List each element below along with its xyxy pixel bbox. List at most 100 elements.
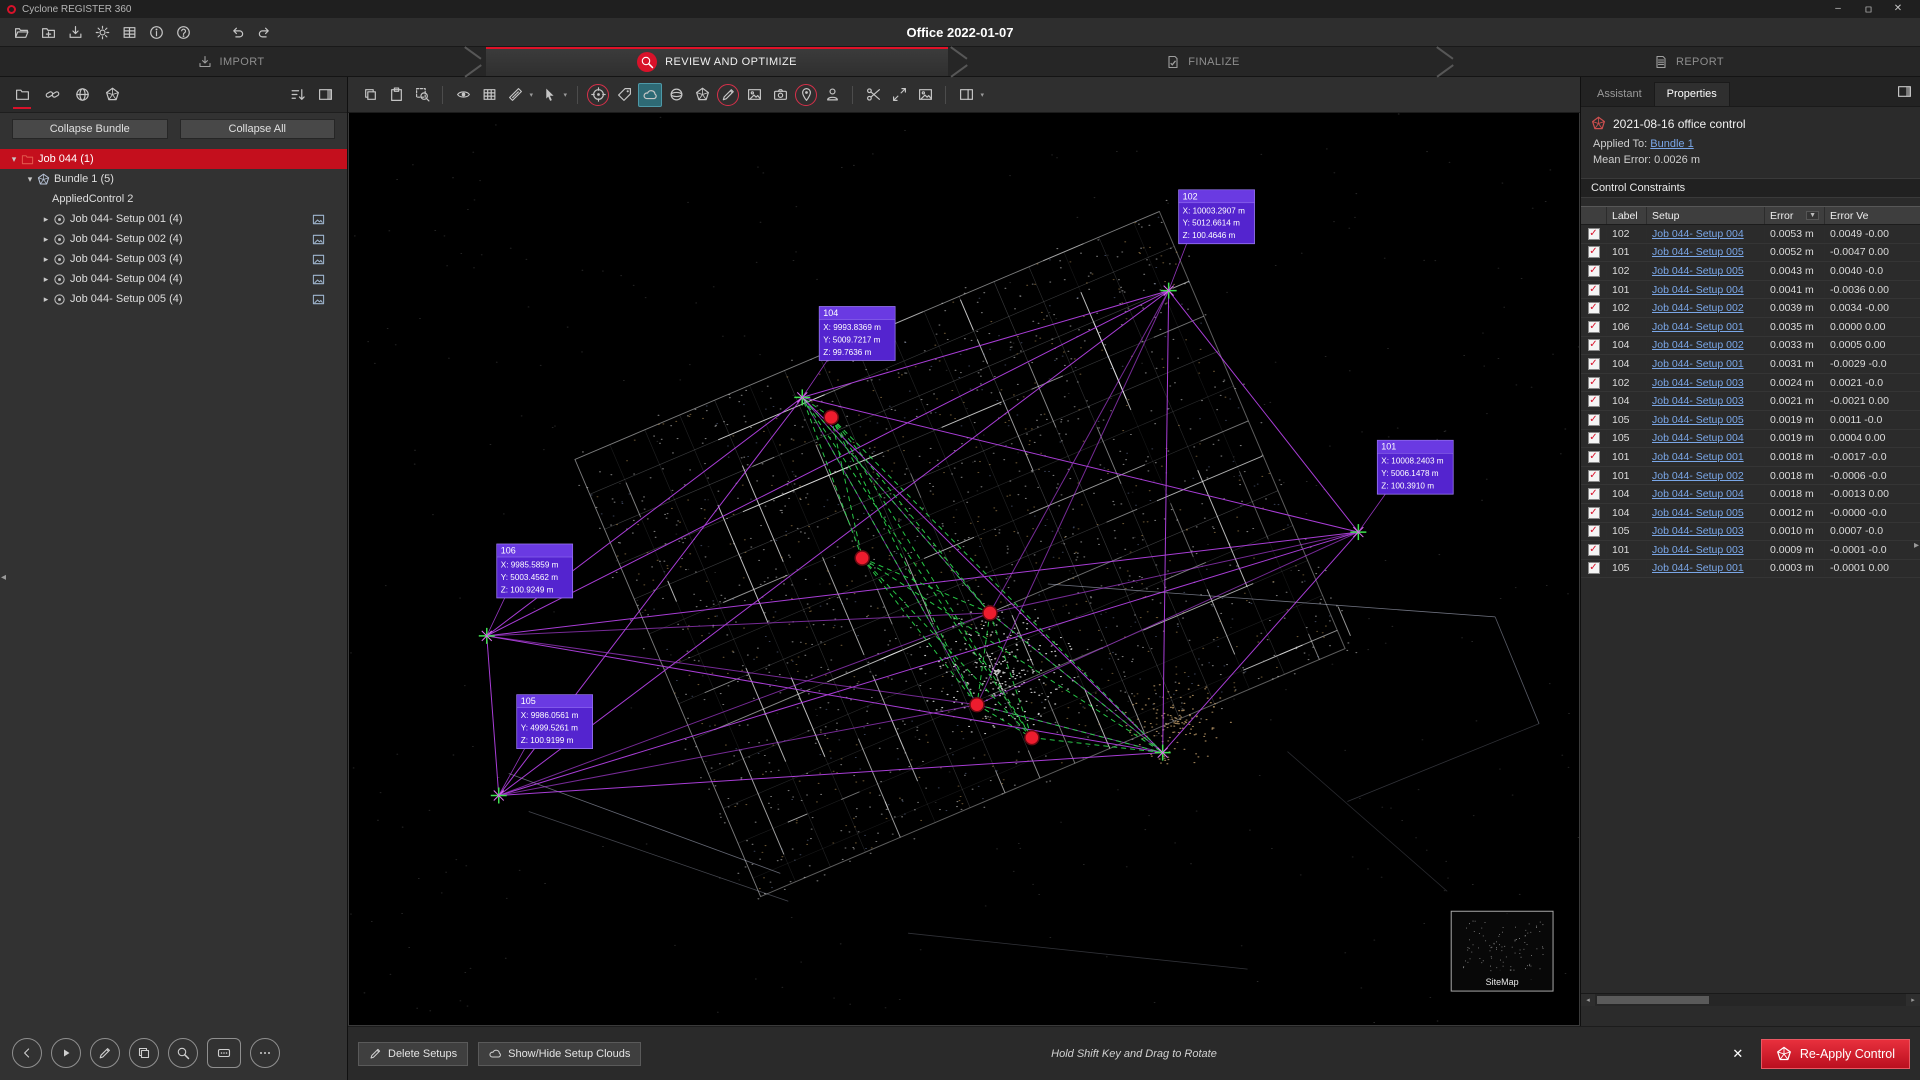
constraint-checkbox[interactable]: ✓: [1588, 488, 1600, 500]
constraint-checkbox[interactable]: ✓: [1588, 507, 1600, 519]
collapse-all-button[interactable]: Collapse All: [180, 119, 336, 139]
close-icon[interactable]: ✕: [1883, 0, 1913, 18]
constraint-checkbox[interactable]: ✓: [1588, 358, 1600, 370]
constraint-checkbox[interactable]: ✓: [1588, 470, 1600, 482]
setup-point[interactable]: [855, 551, 869, 565]
redo-icon[interactable]: [251, 20, 278, 44]
sort-caret-icon[interactable]: ▼: [1806, 211, 1819, 220]
constraint-row[interactable]: ✓101Job 044- Setup 0010.0018 m-0.0017 -0…: [1581, 448, 1920, 467]
maximize-icon[interactable]: [1853, 0, 1883, 18]
scroll-left-icon[interactable]: ◂: [1581, 994, 1595, 1006]
constraint-checkbox[interactable]: ✓: [1588, 377, 1600, 389]
image-badge-icon[interactable]: [312, 293, 325, 306]
tree-item[interactable]: ▸Job 044- Setup 004 (4): [0, 269, 347, 289]
constraint-row[interactable]: ✓104Job 044- Setup 0040.0018 m-0.0013 0.…: [1581, 485, 1920, 504]
header-error[interactable]: Error▼: [1765, 207, 1825, 224]
constraint-setup-link[interactable]: Job 044- Setup 003: [1652, 395, 1744, 407]
panel-layout-icon[interactable]: [1892, 79, 1916, 103]
constraint-row[interactable]: ✓105Job 044- Setup 0050.0019 m0.0011 -0.…: [1581, 411, 1920, 430]
camera-icon[interactable]: [768, 83, 792, 107]
constraint-setup-link[interactable]: Job 044- Setup 001: [1652, 562, 1744, 574]
info-icon[interactable]: [197, 20, 224, 44]
coordinate-label[interactable]: 105X: 9986.0561 mY: 4999.5261 mZ: 100.91…: [517, 695, 593, 749]
undo-icon[interactable]: [224, 20, 251, 44]
close-overlay-button[interactable]: ✕: [1725, 1041, 1751, 1067]
settings-icon[interactable]: [89, 20, 116, 44]
collapse-bundle-button[interactable]: Collapse Bundle: [12, 119, 168, 139]
constraint-checkbox[interactable]: ✓: [1588, 544, 1600, 556]
horizontal-scrollbar[interactable]: ◂ ▸: [1581, 993, 1920, 1006]
cloud-icon[interactable]: [638, 83, 662, 107]
constraint-checkbox[interactable]: ✓: [1588, 284, 1600, 296]
snapshot-icon[interactable]: [913, 83, 937, 107]
constraint-setup-link[interactable]: Job 044- Setup 005: [1652, 246, 1744, 258]
tab-assistant[interactable]: Assistant: [1585, 83, 1654, 106]
links-icon[interactable]: [40, 83, 64, 107]
setup-point[interactable]: [1025, 731, 1039, 745]
tab-review-and-optimize[interactable]: REVIEW AND OPTIMIZE: [486, 47, 948, 76]
ruler-icon[interactable]: ▾: [503, 83, 527, 107]
pin-icon[interactable]: [795, 84, 817, 106]
keypad-icon[interactable]: [207, 1038, 241, 1068]
constraint-checkbox[interactable]: ✓: [1588, 525, 1600, 537]
constraint-checkbox[interactable]: ✓: [1588, 414, 1600, 426]
constraint-row[interactable]: ✓104Job 044- Setup 0030.0021 m-0.0021 0.…: [1581, 392, 1920, 411]
scroll-right-icon[interactable]: ▸: [1906, 994, 1920, 1006]
tab-properties[interactable]: Properties: [1654, 82, 1730, 106]
constraint-setup-link[interactable]: Job 044- Setup 004: [1652, 284, 1744, 296]
constraint-row[interactable]: ✓102Job 044- Setup 0040.0053 m0.0049 -0.…: [1581, 225, 1920, 244]
zoom-region-icon[interactable]: [410, 83, 434, 107]
scrollbar-thumb[interactable]: [1597, 996, 1709, 1004]
person-icon[interactable]: [820, 83, 844, 107]
tree-item[interactable]: AppliedControl 2: [0, 189, 347, 209]
scrollbar-track[interactable]: [1595, 994, 1906, 1006]
constraint-row[interactable]: ✓106Job 044- Setup 0010.0035 m0.0000 0.0…: [1581, 318, 1920, 337]
point-cloud-view[interactable]: 102X: 10003.2907 mY: 5012.6614 mZ: 100.4…: [349, 113, 1579, 1025]
cut-icon[interactable]: [861, 83, 885, 107]
header-label[interactable]: Label: [1607, 207, 1647, 224]
image-badge-icon[interactable]: [312, 233, 325, 246]
setup-point[interactable]: [824, 410, 838, 424]
web-icon[interactable]: [70, 83, 94, 107]
tab-import[interactable]: IMPORT: [0, 47, 462, 76]
constraint-row[interactable]: ✓105Job 044- Setup 0040.0019 m0.0004 0.0…: [1581, 430, 1920, 449]
help-icon[interactable]: [170, 20, 197, 44]
target-icon[interactable]: [587, 84, 609, 106]
panel-icon[interactable]: [313, 83, 337, 107]
caret-right-icon[interactable]: ▸: [40, 254, 52, 265]
table-icon[interactable]: [477, 83, 501, 107]
pen-icon[interactable]: [717, 84, 739, 106]
tab-finalize[interactable]: FINALIZE: [972, 47, 1434, 76]
tag-icon[interactable]: [612, 83, 636, 107]
constraint-checkbox[interactable]: ✓: [1588, 451, 1600, 463]
expand-icon[interactable]: [887, 83, 911, 107]
header-error-vector[interactable]: Error Ve: [1825, 207, 1920, 224]
copy-icon[interactable]: [129, 1038, 159, 1068]
constraint-setup-link[interactable]: Job 044- Setup 004: [1652, 432, 1744, 444]
coordinate-label[interactable]: 104X: 9993.8369 mY: 5009.7217 mZ: 99.763…: [819, 307, 895, 361]
tab-report[interactable]: REPORT: [1458, 47, 1920, 76]
constraint-setup-link[interactable]: Job 044- Setup 003: [1652, 525, 1744, 537]
cursor-icon[interactable]: ▾: [537, 83, 561, 107]
constraint-setup-link[interactable]: Job 044- Setup 004: [1652, 228, 1744, 240]
paste-icon[interactable]: [384, 83, 408, 107]
constraint-setup-link[interactable]: Job 044- Setup 001: [1652, 451, 1744, 463]
caret-down-icon[interactable]: ▾: [24, 174, 36, 185]
caret-down-icon[interactable]: ▾: [8, 154, 20, 165]
open-project-icon[interactable]: [8, 20, 35, 44]
constraint-checkbox[interactable]: ✓: [1588, 562, 1600, 574]
constraint-setup-link[interactable]: Job 044- Setup 005: [1652, 507, 1744, 519]
applied-to-link[interactable]: Bundle 1: [1650, 138, 1693, 150]
tree-item[interactable]: ▸Job 044- Setup 005 (4): [0, 289, 347, 309]
constraint-row[interactable]: ✓101Job 044- Setup 0020.0018 m-0.0006 -0…: [1581, 467, 1920, 486]
constraint-checkbox[interactable]: ✓: [1588, 246, 1600, 258]
re-apply-control-button[interactable]: Re-Apply Control: [1761, 1039, 1910, 1069]
copy-icon[interactable]: [358, 83, 382, 107]
back-icon[interactable]: [12, 1038, 42, 1068]
constraint-row[interactable]: ✓105Job 044- Setup 0030.0010 m0.0007 -0.…: [1581, 523, 1920, 542]
constraint-row[interactable]: ✓104Job 044- Setup 0010.0031 m-0.0029 -0…: [1581, 355, 1920, 374]
setup-point[interactable]: [983, 606, 997, 620]
visibility-icon[interactable]: [451, 83, 475, 107]
constraint-setup-link[interactable]: Job 044- Setup 002: [1652, 470, 1744, 482]
constraint-row[interactable]: ✓101Job 044- Setup 0030.0009 m-0.0001 -0…: [1581, 541, 1920, 560]
